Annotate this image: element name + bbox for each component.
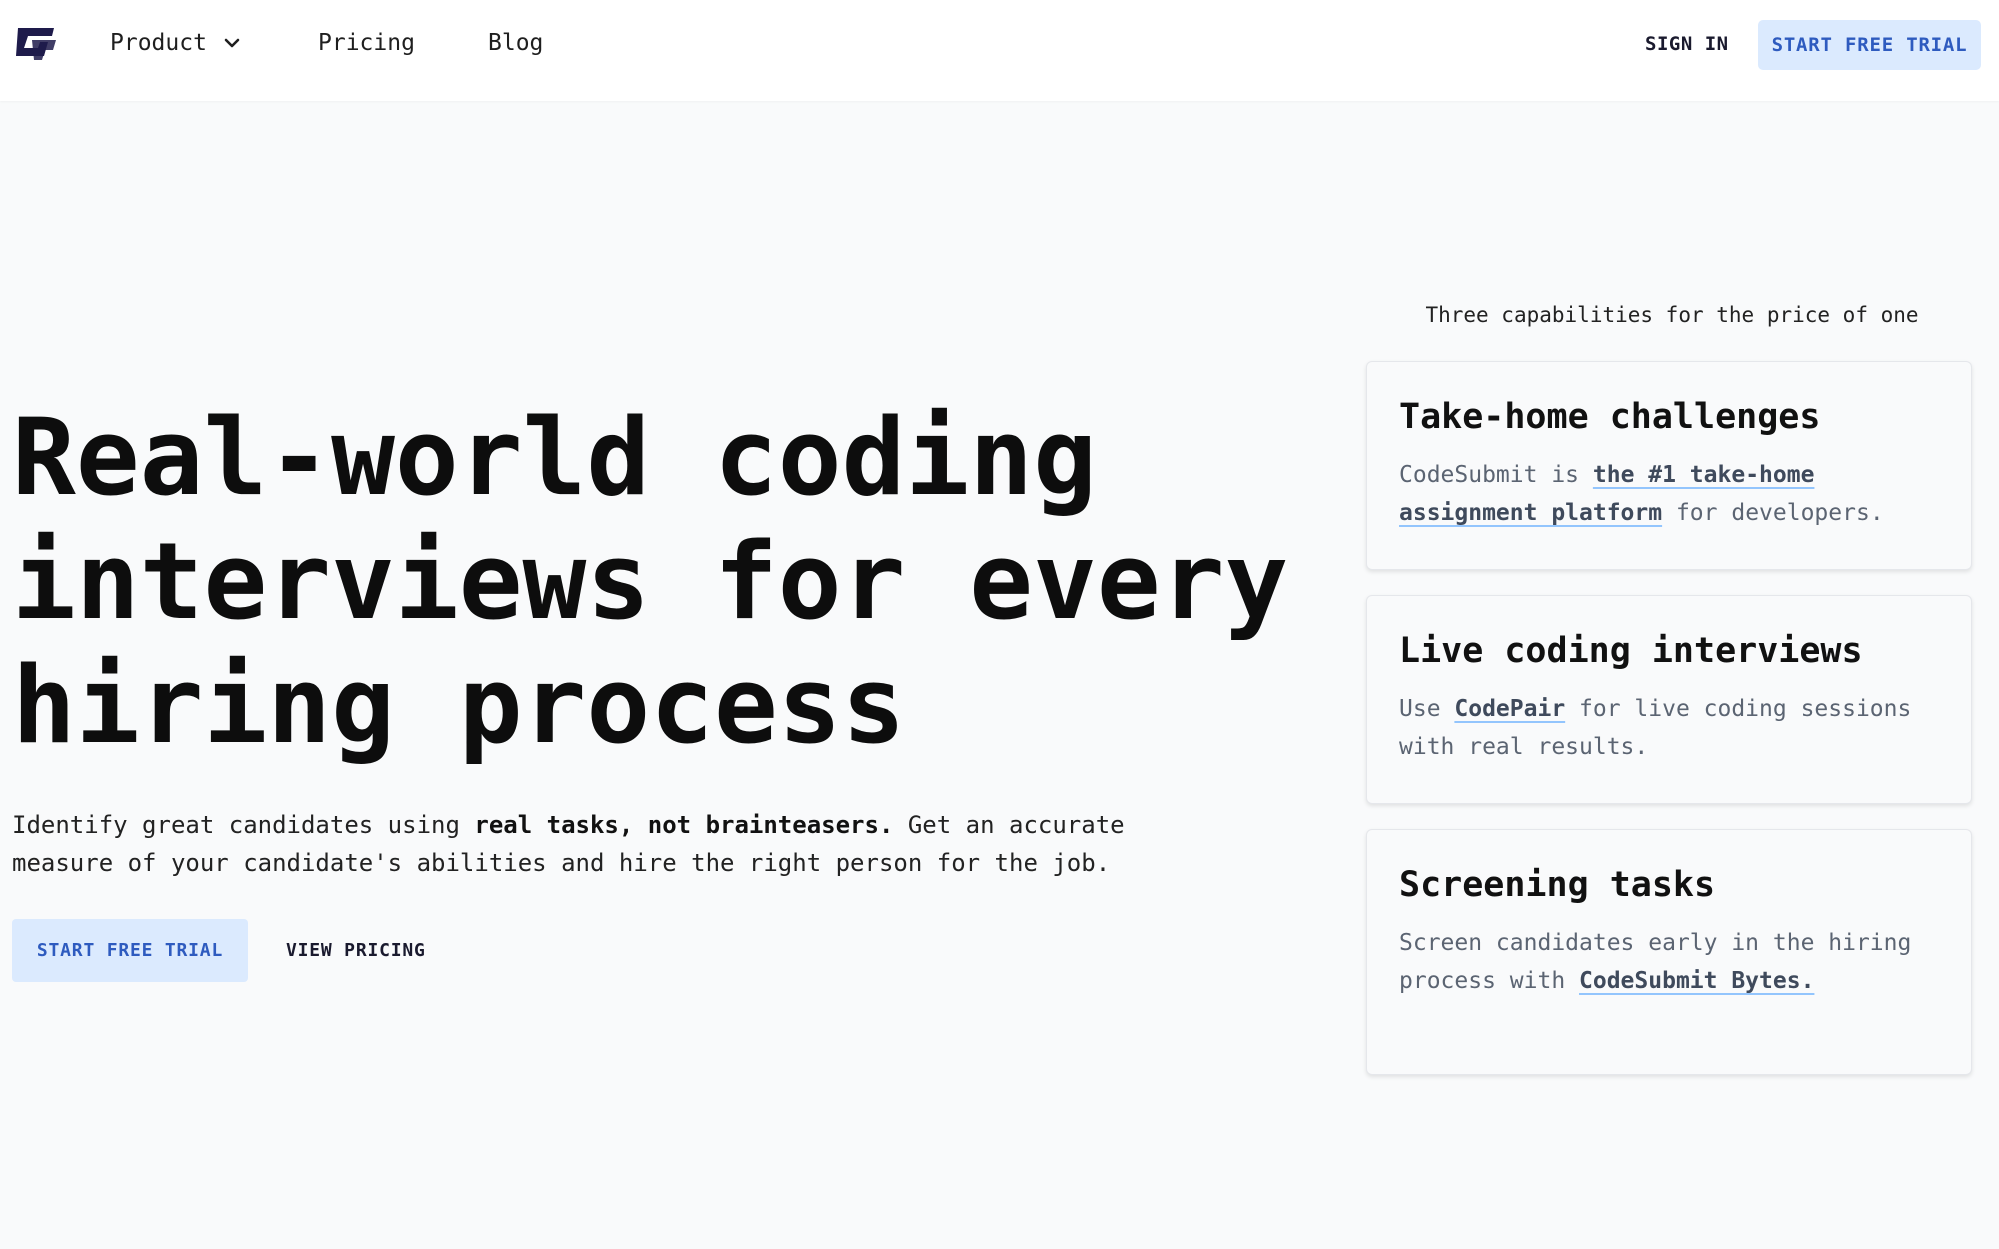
card-text: Use CodePair for live coding sessions wi… [1399, 690, 1939, 766]
chevron-down-icon [224, 38, 240, 48]
hero-desc-bold: real tasks, not brainteasers. [474, 811, 894, 839]
hero-title-line-3: hiring process [12, 644, 906, 767]
card-text-before: CodeSubmit is [1399, 462, 1593, 488]
codepair-link[interactable]: CodePair [1454, 696, 1565, 722]
nav-blog-link[interactable]: Blog [488, 30, 543, 56]
capability-card-live-coding: Live coding interviews Use CodePair for … [1366, 595, 1972, 804]
sign-in-link[interactable]: SIGN IN [1645, 33, 1729, 55]
card-text-before: Use [1399, 696, 1455, 722]
hero-description: Identify great candidates using real tas… [12, 806, 1212, 882]
view-pricing-button[interactable]: VIEW PRICING [286, 940, 426, 961]
nav-pricing-label: Pricing [318, 30, 415, 56]
card-title: Screening tasks [1399, 865, 1716, 905]
capabilities-heading: Three capabilities for the price of one [1425, 303, 1919, 327]
codesubmit-logo-icon[interactable] [12, 20, 60, 64]
start-free-trial-button-header[interactable]: START FREE TRIAL [1758, 20, 1981, 70]
nav-product-label: Product [110, 30, 207, 56]
hero-desc-part-1: Identify great candidates using [12, 811, 475, 839]
codesubmit-bytes-link[interactable]: CodeSubmit Bytes. [1579, 968, 1814, 994]
capability-card-screening: Screening tasks Screen candidates early … [1366, 829, 1972, 1075]
nav-blog-label: Blog [488, 30, 544, 56]
card-title: Live coding interviews [1399, 631, 1863, 671]
card-text-after: for developers. [1662, 500, 1884, 526]
top-navbar: Product Pricing Blog SIGN IN START FREE … [0, 0, 1999, 101]
hero-title: Real-world coding interviews for every h… [12, 396, 1332, 768]
capability-card-take-home: Take-home challenges CodeSubmit is the #… [1366, 361, 1972, 570]
hero-title-line-2: interviews for every [12, 520, 1289, 643]
card-title: Take-home challenges [1399, 397, 1821, 437]
card-text: CodeSubmit is the #1 take-home assignmen… [1399, 456, 1939, 532]
nav-pricing-link[interactable]: Pricing [318, 30, 415, 56]
start-free-trial-button[interactable]: START FREE TRIAL [12, 919, 248, 982]
hero-title-line-1: Real-world coding [12, 396, 1097, 519]
card-text: Screen candidates early in the hiring pr… [1399, 924, 1939, 1000]
nav-product-dropdown[interactable]: Product [110, 30, 241, 56]
